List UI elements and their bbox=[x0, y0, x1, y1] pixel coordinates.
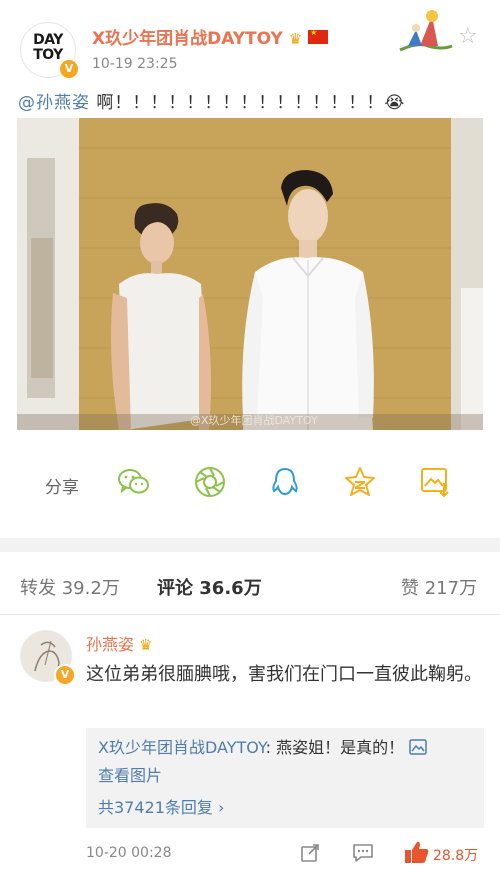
comment-author-row[interactable]: 孙燕姿 ♛ bbox=[86, 631, 153, 655]
tab-reposts-label: 转发 bbox=[20, 578, 56, 599]
wechat-icon[interactable] bbox=[117, 465, 151, 499]
crown-icon: ♛ bbox=[288, 30, 303, 48]
author-name-row[interactable]: X玖少年团肖战DAYTOY ♛ bbox=[92, 24, 329, 49]
tab-reposts[interactable]: 转发 39.2万 bbox=[20, 574, 120, 600]
view-image-link[interactable]: 查看图片 bbox=[98, 762, 478, 790]
tab-likes[interactable]: 赞 217万 bbox=[401, 574, 477, 600]
tab-likes-label: 赞 bbox=[401, 578, 419, 599]
photo-watermark: @X玖少年团肖战DAYTOY bbox=[190, 414, 318, 427]
save-image-icon[interactable] bbox=[418, 465, 452, 499]
image-link-icon[interactable] bbox=[409, 739, 427, 755]
reply-first-line: X玖少年团肖战DAYTOY: 燕姿姐！是真的！ bbox=[98, 734, 478, 762]
section-divider bbox=[0, 538, 500, 552]
china-flag-icon bbox=[308, 28, 329, 44]
post-body: 啊！！！！！！！！！！！！！！！ bbox=[90, 93, 385, 113]
tab-comments-count: 36.6万 bbox=[199, 578, 262, 599]
comment-author[interactable]: 孙燕姿 bbox=[86, 635, 134, 654]
tab-likes-count: 217万 bbox=[424, 578, 478, 599]
more-replies-link[interactable]: 共37421条回复 › bbox=[98, 794, 478, 822]
post-timestamp: 10-19 23:25 bbox=[92, 56, 178, 72]
qzone-icon[interactable] bbox=[343, 465, 377, 499]
share-label: 分享 bbox=[45, 478, 79, 498]
repost-edit-icon[interactable] bbox=[300, 843, 320, 863]
tab-reposts-count: 39.2万 bbox=[61, 578, 120, 599]
mention-link[interactable]: @孙燕姿 bbox=[18, 93, 90, 113]
comment-reply-icon[interactable] bbox=[352, 843, 374, 863]
reply-author[interactable]: X玖少年团肖战DAYTOY bbox=[98, 738, 266, 757]
post-photo[interactable] bbox=[17, 118, 483, 430]
tab-divider bbox=[0, 614, 500, 615]
post-text: @孙燕姿 啊！！！！！！！！！！！！！！！😭 bbox=[18, 88, 405, 113]
favorite-star-icon[interactable]: ☆ bbox=[458, 24, 478, 49]
comment-timestamp: 10-20 00:28 bbox=[86, 845, 172, 861]
avatar-logo-line1: DAY bbox=[33, 32, 63, 48]
crying-emoji-icon: 😭 bbox=[384, 93, 406, 113]
photo-illustration bbox=[17, 118, 483, 430]
commenter-verified-icon: V bbox=[54, 664, 76, 686]
author-name[interactable]: X玖少年团肖战DAYTOY bbox=[92, 29, 283, 49]
moments-icon[interactable] bbox=[193, 465, 227, 499]
reply-text: : 燕姿姐！是真的！ bbox=[265, 738, 405, 757]
tab-comments-label: 评论 bbox=[157, 578, 193, 599]
tab-comments[interactable]: 评论 36.6万 bbox=[157, 574, 262, 600]
decorative-pendant-icon bbox=[399, 10, 453, 52]
reply-preview[interactable]: X玖少年团肖战DAYTOY: 燕姿姐！是真的！ 查看图片 共37421条回复 › bbox=[86, 728, 484, 828]
crown-icon: ♛ bbox=[139, 636, 153, 654]
verified-badge-icon: V bbox=[58, 58, 80, 80]
qq-icon[interactable] bbox=[268, 465, 302, 499]
comment-like-count: 28.8万 bbox=[433, 848, 479, 864]
comment-text: 这位弟弟很腼腆哦，害我们在门口一直彼此鞠躬。 bbox=[86, 664, 482, 685]
like-thumb-icon[interactable] bbox=[404, 840, 430, 864]
